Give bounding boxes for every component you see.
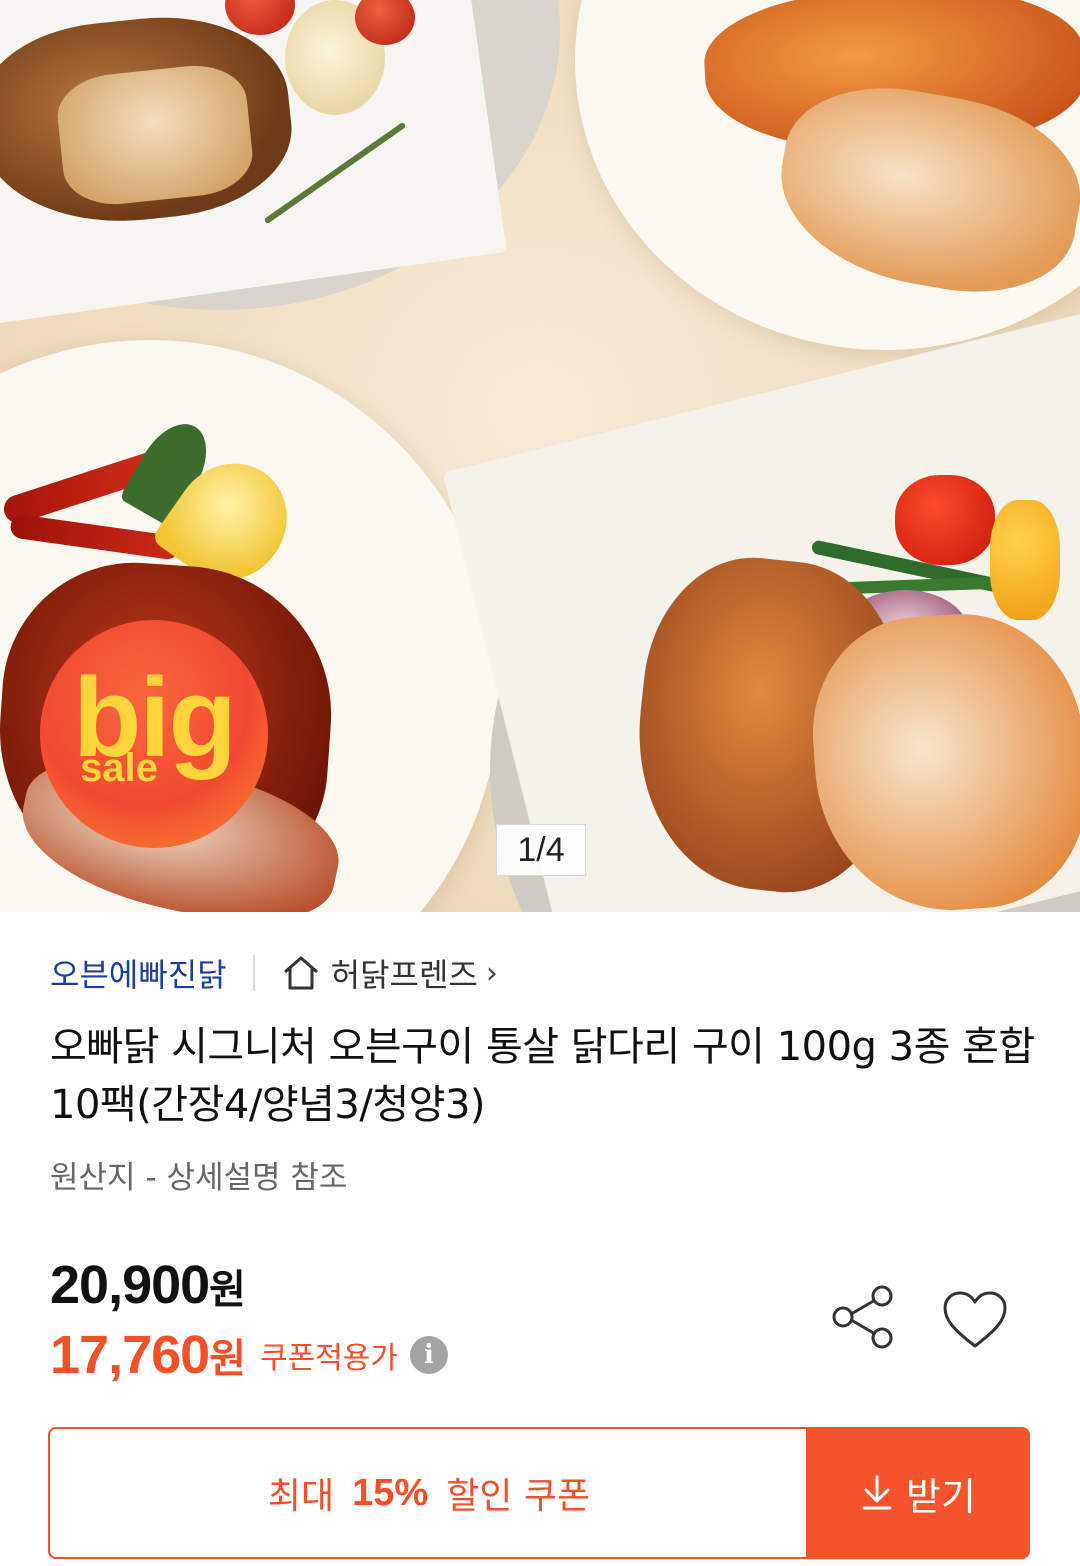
- coupon-suffix: 할인 쿠폰: [446, 1476, 591, 1517]
- yellow-pepper: [990, 500, 1060, 620]
- seller-row: 오븐에빠진닭 허닭프렌즈 ›: [50, 948, 498, 998]
- coupon-prefix: 최대: [267, 1476, 335, 1517]
- product-image-carousel[interactable]: big sale 1/4: [0, 0, 1080, 912]
- coupon-banner[interactable]: 최대 15% 할인 쿠폰: [48, 1427, 808, 1559]
- download-icon: [862, 1475, 892, 1510]
- coupon-percent: 15%: [352, 1471, 429, 1514]
- store-label: 허닭프렌즈: [330, 956, 478, 994]
- home-icon: [283, 956, 318, 990]
- coupon-price-unit: 원: [209, 1336, 246, 1382]
- heart-icon: [943, 1291, 1007, 1348]
- receive-label: 받기: [906, 1474, 976, 1519]
- coupon-price-note: 쿠폰적용가: [259, 1341, 398, 1376]
- big-sale-badge: big sale: [40, 620, 268, 848]
- product-title: 오빠닭 시그니처 오븐구이 통살 닭다리 구이 100g 3종 혼합 10팩(간…: [50, 1024, 1035, 1128]
- original-price: 20,900원: [50, 1254, 246, 1316]
- like-button[interactable]: [940, 1288, 1010, 1352]
- share-icon: [832, 1285, 893, 1349]
- receive-coupon-button[interactable]: 받기: [806, 1427, 1030, 1559]
- soy-chicken-slice: [53, 60, 257, 210]
- image-pager: 1/4: [496, 824, 586, 876]
- red-pepper: [895, 475, 995, 565]
- info-icon[interactable]: i: [409, 1336, 448, 1374]
- origin-info: 원산지 - 상세설명 참조: [50, 1160, 348, 1196]
- coupon-price: 17,760 원 쿠폰적용가 i: [50, 1324, 448, 1386]
- brand-link[interactable]: 오븐에빠진닭: [50, 950, 227, 996]
- divider: [252, 955, 255, 991]
- original-price-amount: 20,900: [50, 1255, 210, 1315]
- share-button[interactable]: [826, 1282, 900, 1352]
- original-price-unit: 원: [209, 1267, 246, 1313]
- store-link[interactable]: 허닭프렌즈 ›: [281, 950, 498, 996]
- coupon-price-amount: 17,760: [50, 1325, 210, 1385]
- chevron-right-icon: ›: [485, 955, 498, 991]
